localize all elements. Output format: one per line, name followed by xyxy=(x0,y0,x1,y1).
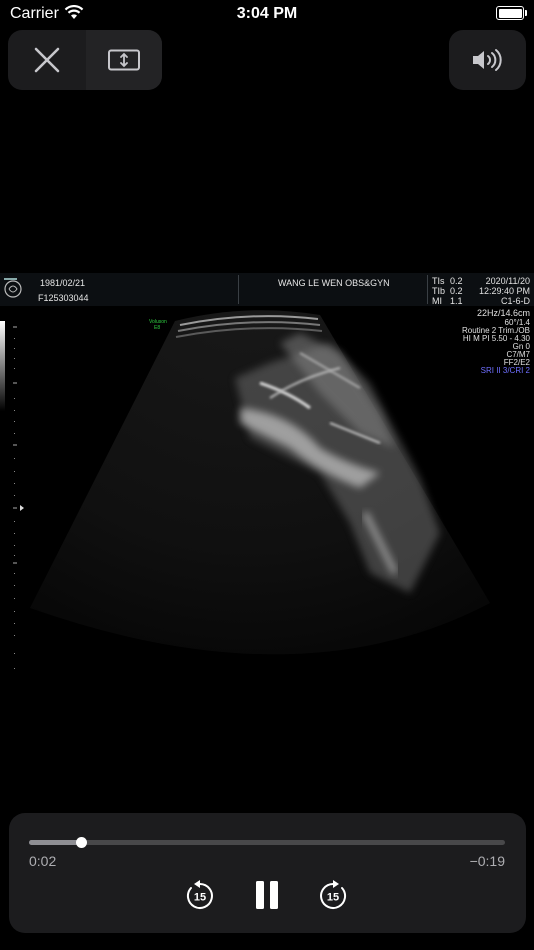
forward-15-icon: 15 xyxy=(320,880,347,909)
aspect-ratio-icon xyxy=(108,49,140,71)
scrubber[interactable] xyxy=(29,837,505,848)
elapsed-time: 0:02 xyxy=(29,853,57,869)
close-icon xyxy=(34,47,59,73)
skip-forward-15-button[interactable]: 15 xyxy=(313,875,353,915)
pause-icon xyxy=(256,881,278,909)
skip-back-15-button[interactable]: 15 xyxy=(180,875,220,915)
scrubber-thumb[interactable] xyxy=(76,837,88,848)
volume-button[interactable] xyxy=(449,30,526,90)
video-frame[interactable]: 1981/02/21 F125303044 WANG LE WEN OBS&GY… xyxy=(0,273,534,673)
battery-level xyxy=(498,8,522,18)
battery-icon xyxy=(496,6,527,20)
pause-button[interactable] xyxy=(247,875,287,915)
remaining-time: −0:19 xyxy=(469,853,505,869)
speaker-volume-icon xyxy=(472,49,502,71)
playback-controls: 0:02 −0:19 15 15 xyxy=(9,813,526,933)
ultrasound-scan-image xyxy=(0,310,490,669)
clock: 3:04 PM xyxy=(236,5,298,22)
status-bar: Carrier 3:04 PM xyxy=(0,0,534,28)
rewind-15-icon: 15 xyxy=(186,880,213,909)
scrubber-progress xyxy=(29,840,82,845)
aspect-ratio-button[interactable] xyxy=(86,30,162,90)
close-button[interactable] xyxy=(8,30,85,90)
video-top-controls xyxy=(8,30,162,90)
skip-back-label: 15 xyxy=(194,892,206,904)
skip-forward-label: 15 xyxy=(327,892,339,904)
